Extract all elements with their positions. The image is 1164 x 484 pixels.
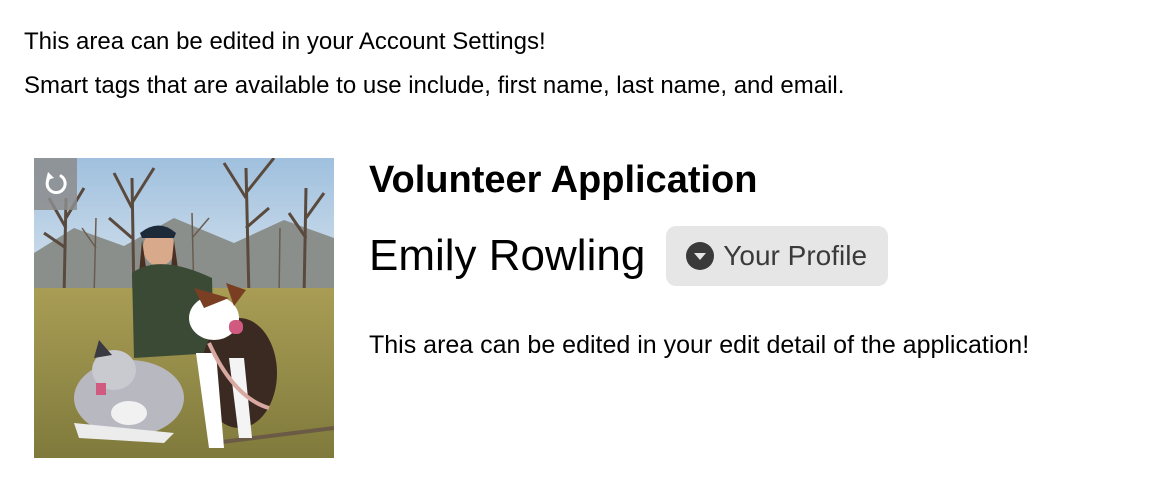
intro-line-account-settings: This area can be edited in your Account …	[24, 28, 546, 55]
application-details: Volunteer Application Emily Rowling Your…	[369, 158, 1149, 458]
rotate-photo-button[interactable]	[34, 158, 77, 210]
chevron-down-circle-icon	[686, 242, 715, 270]
name-row: Emily Rowling Your Profile	[369, 224, 1149, 288]
rotate-icon	[45, 172, 67, 195]
profile-photo-image	[34, 158, 334, 458]
profile-card: Volunteer Application Emily Rowling Your…	[34, 158, 1149, 458]
intro-line-smart-tags: Smart tags that are available to use inc…	[24, 72, 845, 99]
your-profile-button[interactable]: Your Profile	[666, 226, 889, 286]
page-title: Volunteer Application	[369, 159, 758, 201]
edit-detail-note: This area can be edited in your edit det…	[369, 331, 1030, 359]
intro-text: This area can be edited in your Account …	[24, 20, 844, 108]
your-profile-label: Your Profile	[723, 240, 868, 271]
profile-photo	[34, 158, 334, 458]
applicant-name: Emily Rowling	[369, 231, 646, 280]
